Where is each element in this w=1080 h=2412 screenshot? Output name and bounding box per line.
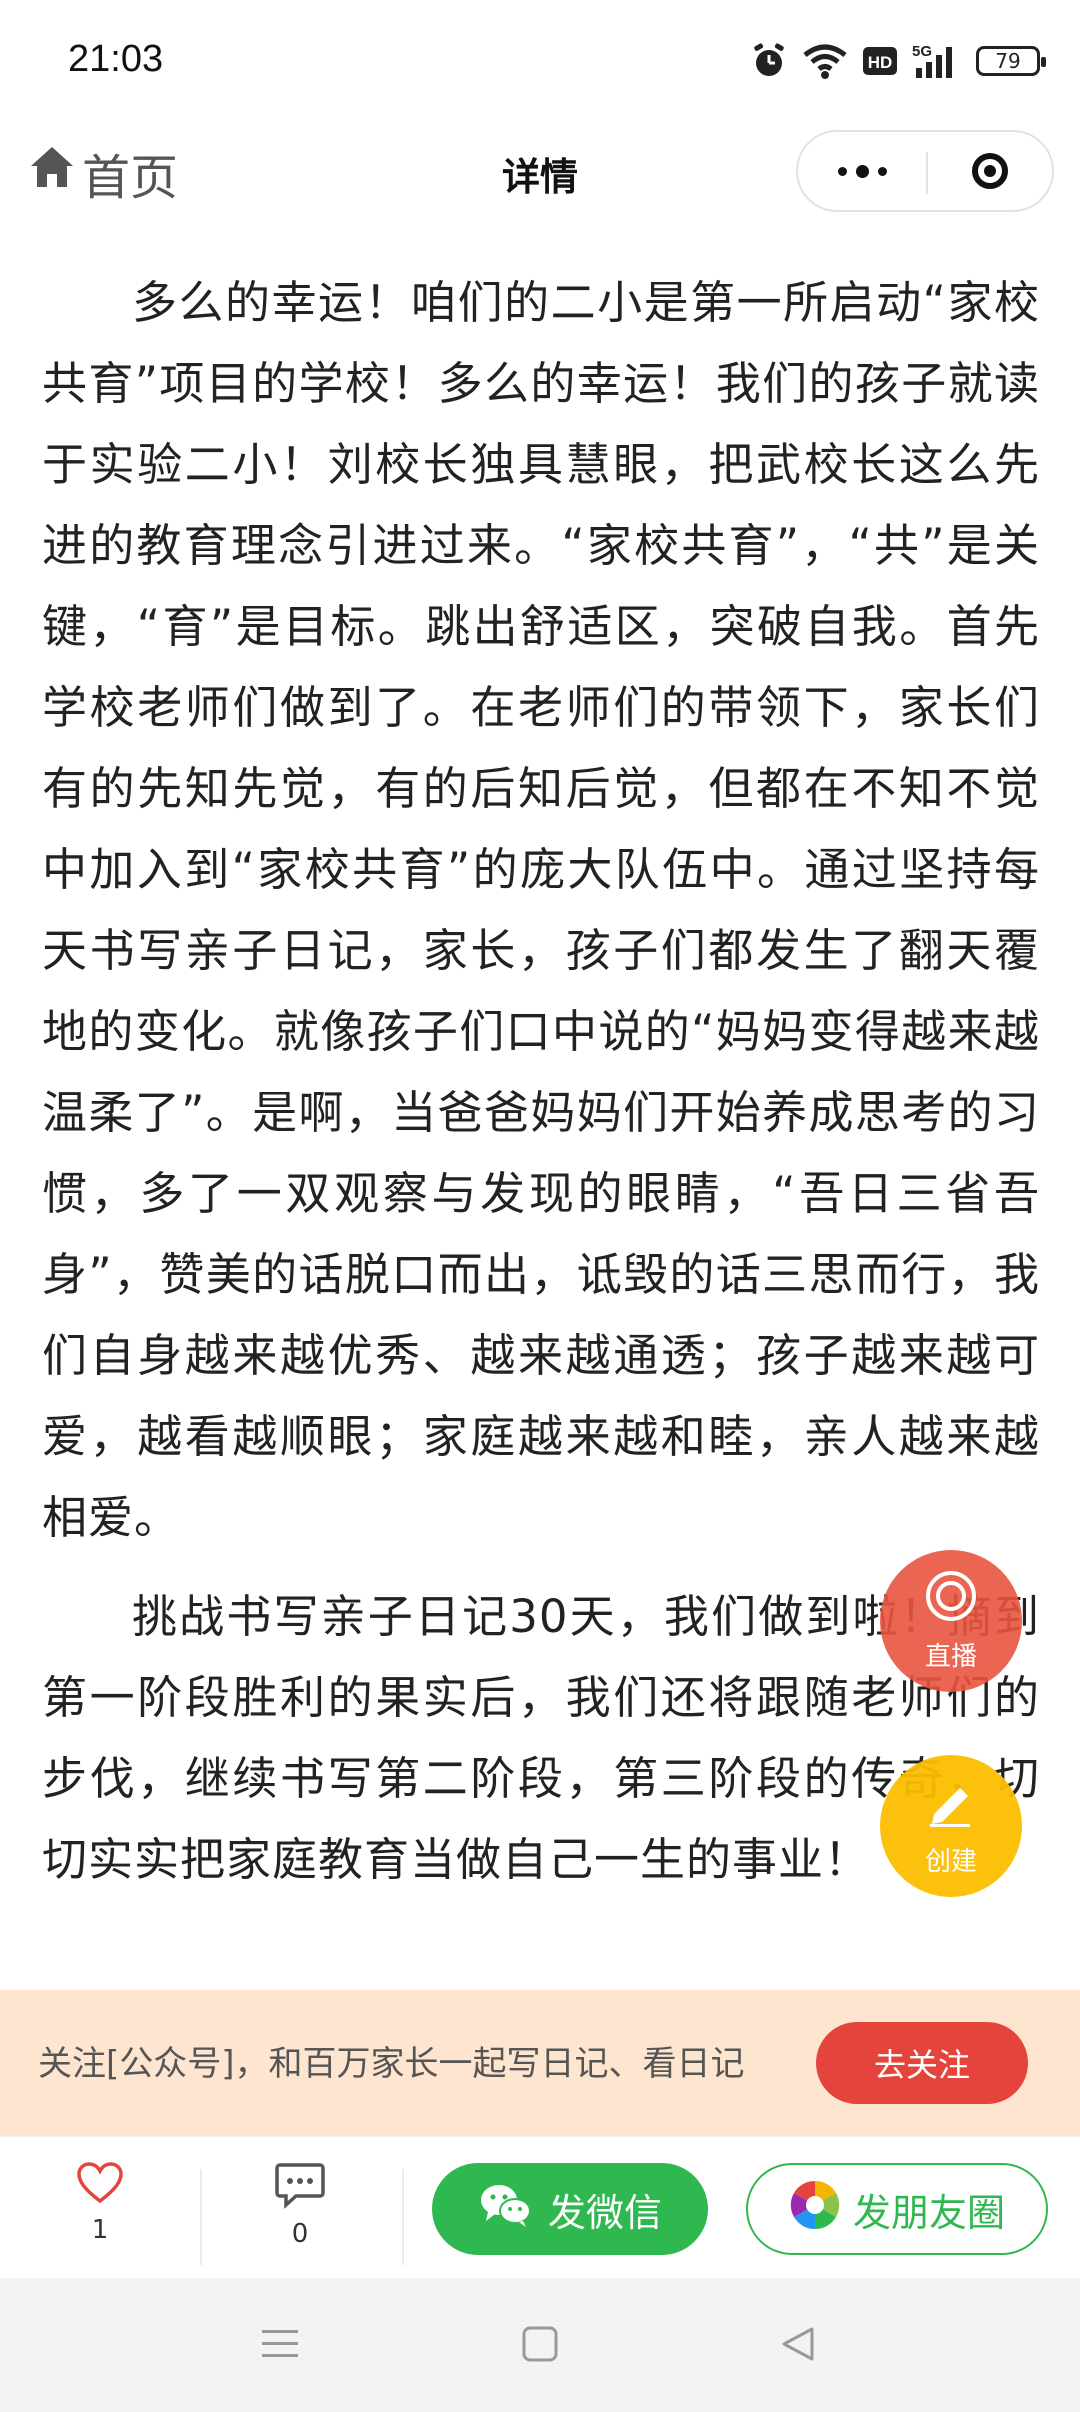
- share-wechat-button[interactable]: 发微信: [432, 2163, 708, 2255]
- comment-icon: [274, 2161, 326, 2213]
- menu-icon: [260, 2326, 300, 2366]
- live-icon: [924, 1569, 978, 1630]
- live-button[interactable]: 直播: [880, 1550, 1022, 1692]
- follow-button[interactable]: 去关注: [816, 2022, 1028, 2104]
- miniprogram-capsule: [796, 130, 1054, 212]
- back-triangle-icon: [778, 2324, 818, 2368]
- moments-label: 发朋友圈: [852, 2190, 1005, 2235]
- square-icon: [520, 2324, 560, 2368]
- home-nav-button[interactable]: [510, 2316, 570, 2376]
- status-icons: HD 5G 79: [750, 36, 1046, 86]
- battery-level: 79: [995, 49, 1021, 73]
- action-bar: 1 0 发微信 发朋友圈: [0, 2136, 1080, 2279]
- heart-icon: [76, 2161, 124, 2209]
- wechat-icon: [478, 2181, 534, 2238]
- system-nav-bar: [0, 2278, 1080, 2412]
- follow-banner-text: 关注[公众号]，和百万家长一起写日记、看日记: [38, 2044, 745, 2084]
- share-moments-button[interactable]: 发朋友圈: [746, 2163, 1048, 2255]
- more-dot-icon: [855, 164, 869, 178]
- article-body: 多么的幸运！咱们的二小是第一所启动“家校共育”项目的学校！多么的幸运！我们的孩子…: [42, 262, 1040, 1918]
- live-label: 直播: [924, 1642, 977, 1672]
- nav-bar: 首页 详情: [0, 128, 1080, 216]
- alarm-icon: [750, 42, 788, 80]
- create-button[interactable]: 创建: [880, 1755, 1022, 1897]
- follow-banner: 关注[公众号]，和百万家长一起写日记、看日记 去关注: [0, 1990, 1080, 2136]
- hd-label: HD: [868, 53, 893, 72]
- more-dot-icon: [837, 166, 847, 176]
- divider: [200, 2169, 202, 2265]
- menu-button[interactable]: [250, 2316, 310, 2376]
- close-miniprogram-button[interactable]: [928, 132, 1052, 210]
- like-button[interactable]: 1: [40, 2161, 160, 2245]
- like-count: 1: [91, 2215, 109, 2245]
- pencil-icon: [924, 1774, 978, 1835]
- wifi-icon: [802, 42, 848, 80]
- target-icon: [972, 153, 1008, 189]
- comment-button[interactable]: 0: [240, 2161, 360, 2249]
- battery-icon: 79: [976, 46, 1046, 76]
- network-label: 5G: [912, 43, 932, 60]
- hd-icon: HD: [862, 45, 898, 77]
- status-time: 21:03: [68, 38, 164, 80]
- divider: [402, 2169, 404, 2265]
- comment-count: 0: [291, 2219, 309, 2249]
- moments-aperture-icon: [789, 2179, 841, 2240]
- back-button[interactable]: [768, 2316, 828, 2376]
- create-label: 创建: [924, 1847, 977, 1877]
- 5g-signal-icon: 5G: [912, 42, 962, 80]
- more-button[interactable]: [798, 132, 926, 210]
- status-bar: 21:03 HD 5G 79: [0, 0, 1080, 120]
- wechat-label: 发微信: [547, 2190, 662, 2235]
- more-dot-icon: [877, 166, 887, 176]
- article-paragraph: 多么的幸运！咱们的二小是第一所启动“家校共育”项目的学校！多么的幸运！我们的孩子…: [42, 276, 1040, 1544]
